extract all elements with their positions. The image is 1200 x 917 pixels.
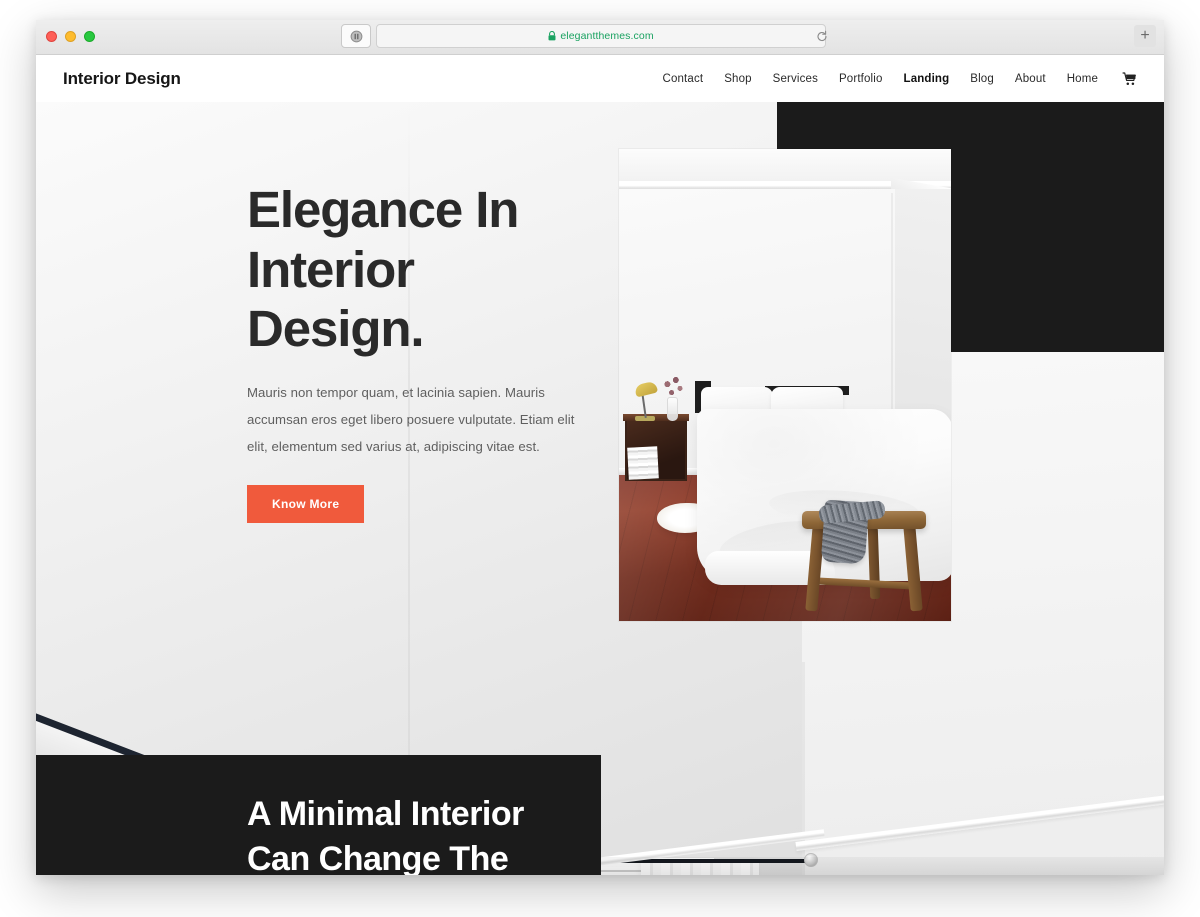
reader-view-icon — [350, 30, 362, 42]
nav-item-shop[interactable]: Shop — [724, 73, 751, 85]
nav-item-blog[interactable]: Blog — [970, 73, 994, 85]
know-more-button[interactable]: Know More — [247, 485, 365, 524]
nav-item-landing[interactable]: Landing — [904, 73, 950, 85]
hero-title-line-1: Elegance In — [247, 181, 519, 238]
hero-bedroom-photo — [619, 149, 951, 621]
main-navigation: Contact Shop Services Portfolio Landing … — [663, 71, 1137, 86]
browser-titlebar: elegantthemes.com + — [36, 20, 1164, 55]
feature-headline-line-2: Can Change The — [247, 840, 509, 875]
nav-item-contact[interactable]: Contact — [663, 73, 704, 85]
maximize-window-button[interactable] — [84, 31, 95, 42]
hero-copy: Elegance In Interior Design. Mauris non … — [247, 180, 597, 524]
hero-paragraph: Mauris non tempor quam, et lacinia sapie… — [247, 384, 575, 455]
hero-title-line-2: Interior Design. — [247, 240, 425, 358]
address-bar-url: elegantthemes.com — [560, 30, 654, 42]
reader-view-button[interactable] — [341, 24, 371, 48]
nav-item-services[interactable]: Services — [773, 73, 818, 85]
close-window-button[interactable] — [46, 31, 57, 42]
hero-section: Elegance In Interior Design. Mauris non … — [36, 102, 1164, 875]
shopping-cart-icon — [1122, 71, 1136, 85]
nav-item-about[interactable]: About — [1015, 73, 1046, 85]
reload-icon — [817, 30, 827, 41]
photo-dried-flowers — [659, 373, 687, 401]
site-logo[interactable]: Interior Design — [63, 69, 181, 89]
site-header: Interior Design Contact Shop Services Po… — [36, 55, 1164, 102]
address-bar[interactable]: elegantthemes.com — [376, 24, 826, 48]
browser-window: elegantthemes.com + Interior Design Cont… — [36, 20, 1164, 875]
reload-button[interactable] — [815, 28, 829, 44]
feature-headline: A Minimal Interior Can Change The — [247, 792, 601, 875]
minimize-window-button[interactable] — [65, 31, 76, 42]
lock-icon — [548, 31, 556, 41]
photo-nightstand-top — [623, 414, 689, 421]
window-traffic-lights — [46, 31, 95, 42]
feature-headline-line-1: A Minimal Interior — [247, 795, 524, 833]
page-viewport: Interior Design Contact Shop Services Po… — [36, 55, 1164, 875]
new-tab-button[interactable]: + — [1134, 25, 1156, 47]
nav-item-portfolio[interactable]: Portfolio — [839, 73, 883, 85]
feature-dark-panel: A Minimal Interior Can Change The — [36, 755, 601, 875]
nav-item-home[interactable]: Home — [1067, 73, 1098, 85]
cart-button[interactable] — [1122, 71, 1137, 86]
photo-books — [627, 446, 659, 480]
hero-title: Elegance In Interior Design. — [247, 180, 597, 359]
photo-wall-seam — [891, 193, 894, 443]
